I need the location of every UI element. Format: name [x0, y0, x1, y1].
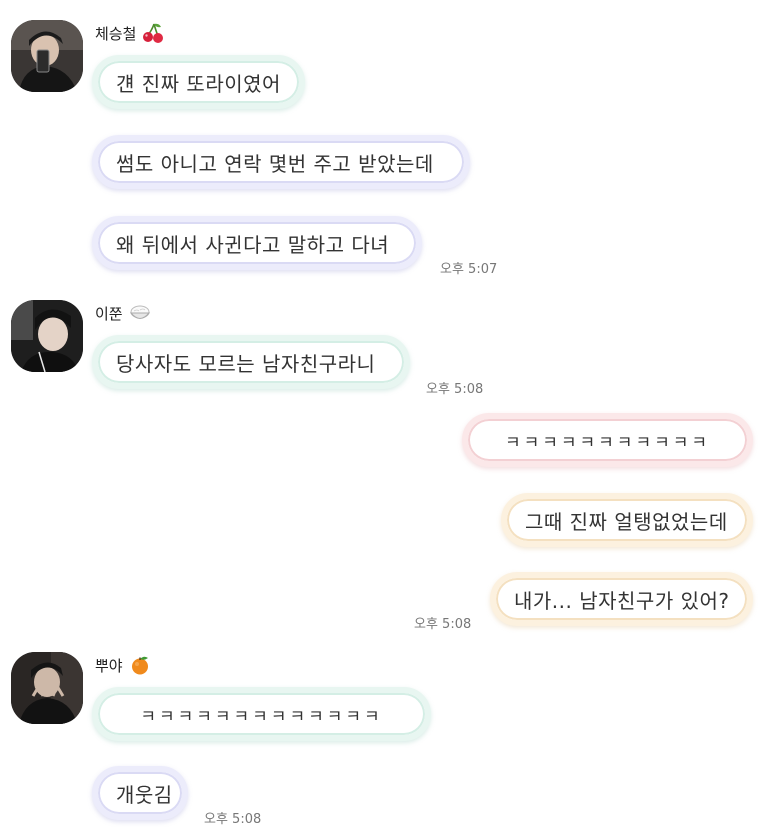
message-bubble[interactable]: 개웃김 [92, 766, 188, 820]
message-text: ㅋㅋㅋㅋㅋㅋㅋㅋㅋㅋㅋㅋㅋ [140, 706, 383, 727]
message-bubble[interactable]: 내가... 남자친구가 있어? [490, 572, 753, 626]
message-text: 개웃김 [116, 782, 173, 807]
message-bubble[interactable]: 당사자도 모르는 남자친구라니 [92, 335, 410, 389]
message-bubble[interactable]: 그때 진짜 얼탱없었는데 [501, 493, 753, 547]
message-text: 내가... 남자친구가 있어? [514, 588, 730, 613]
sender-name-3: 뿌야 [95, 654, 151, 676]
message-text: 당사자도 모르는 남자친구라니 [116, 351, 376, 376]
rice-bowl-icon [129, 302, 151, 324]
message-bubble[interactable]: ㅋㅋㅋㅋㅋㅋㅋㅋㅋㅋㅋ [462, 413, 753, 467]
sender-name-2: 이쭌 [95, 302, 151, 324]
message-bubble[interactable]: 왜 뒤에서 사귄다고 말하고 다녀 [92, 216, 422, 270]
avatar-sender-3[interactable] [11, 652, 83, 724]
message-bubble[interactable]: ㅋㅋㅋㅋㅋㅋㅋㅋㅋㅋㅋㅋㅋ [92, 687, 431, 741]
sender-name-1: 체승철 [95, 22, 164, 44]
timestamp: 오후 5:07 [440, 262, 498, 277]
message-text: 걘 진짜 또라이였어 [116, 71, 281, 96]
message-bubble[interactable]: 걘 진짜 또라이였어 [92, 55, 305, 109]
timestamp: 오후 5:08 [414, 617, 472, 632]
avatar-sender-2[interactable] [11, 300, 83, 372]
message-text: 썸도 아니고 연락 몇번 주고 받았는데 [116, 151, 434, 176]
avatar-sender-1[interactable] [11, 20, 83, 92]
message-text: 그때 진짜 얼탱없었는데 [525, 509, 728, 534]
timestamp: 오후 5:08 [204, 812, 262, 827]
timestamp: 오후 5:08 [426, 382, 484, 397]
tangerine-icon [129, 654, 151, 676]
cherry-icon [142, 22, 164, 44]
message-bubble[interactable]: 썸도 아니고 연락 몇번 주고 받았는데 [92, 135, 470, 189]
message-text: 왜 뒤에서 사귄다고 말하고 다녀 [116, 232, 390, 257]
message-text: ㅋㅋㅋㅋㅋㅋㅋㅋㅋㅋㅋ [504, 432, 711, 453]
